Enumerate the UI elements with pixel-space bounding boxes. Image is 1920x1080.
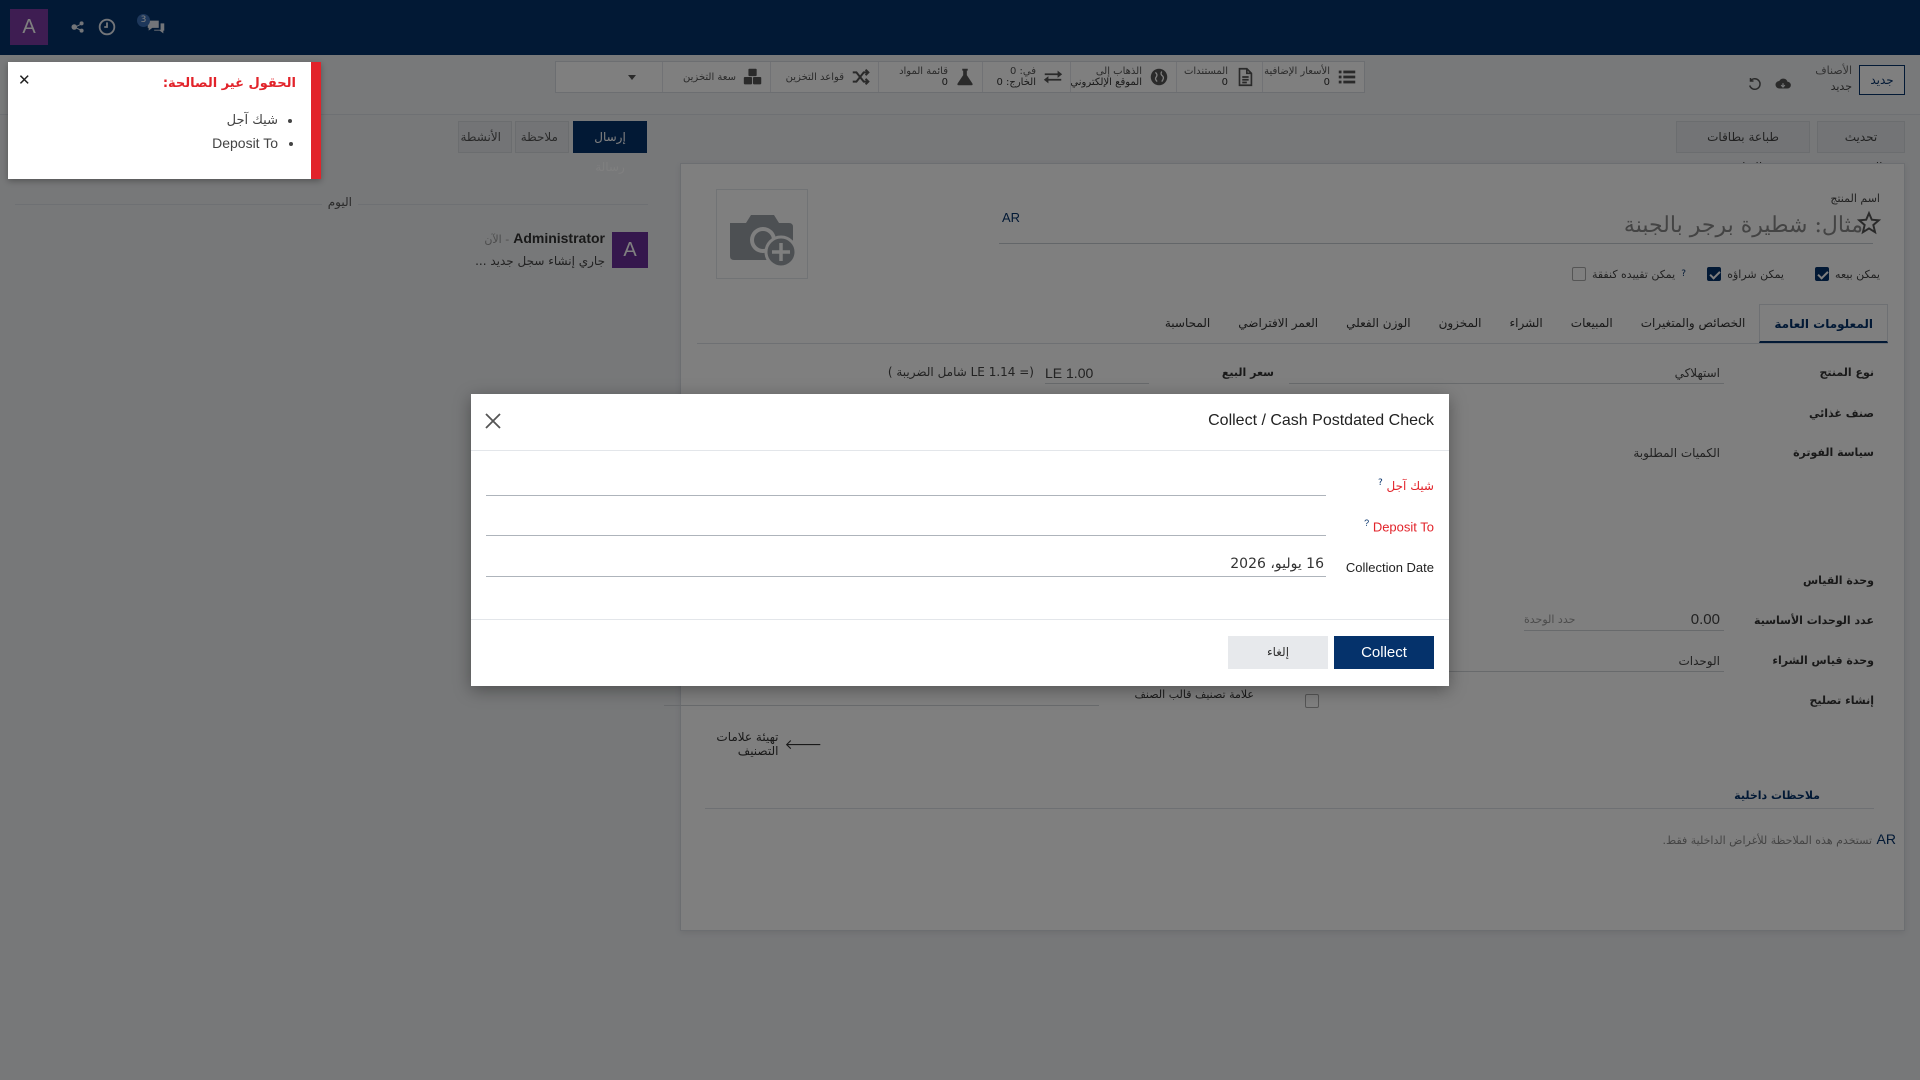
notification-title: الحقول غير الصالحة: — [162, 76, 296, 91]
close-icon[interactable] — [483, 411, 503, 431]
collect-button[interactable]: Collect — [1334, 636, 1434, 669]
dialog-footer: Collect إلغاء — [471, 619, 1449, 686]
collect-check-dialog: Collect / Cash Postdated Check شيك آجل ?… — [471, 394, 1449, 686]
deposit-to-label-text: Deposit To — [1372, 519, 1434, 535]
invalid-fields-list: شيك آجل Deposit To — [212, 110, 296, 154]
cancel-button[interactable]: إلغاء — [1228, 636, 1328, 669]
invalid-field-item: شيك آجل — [212, 110, 278, 132]
postdated-check-label-text: شيك آجل — [1386, 479, 1434, 493]
notification-close-icon[interactable]: ✕ — [18, 71, 31, 89]
collection-date-label: Collection Date — [1345, 560, 1434, 575]
dialog-title: Collect / Cash Postdated Check — [1208, 412, 1434, 429]
dialog-header: Collect / Cash Postdated Check — [471, 394, 1449, 451]
invalid-field-item: Deposit To — [212, 132, 278, 154]
help-icon[interactable]: ? — [1364, 518, 1369, 528]
deposit-to-input[interactable] — [486, 510, 1326, 536]
invalid-fields-notification: ✕ الحقول غير الصالحة: شيك آجل Deposit To — [8, 62, 321, 179]
help-icon[interactable]: ? — [1378, 478, 1383, 488]
postdated-check-input[interactable] — [486, 470, 1326, 496]
deposit-to-label: Deposit To ? — [1364, 518, 1434, 534]
collection-date-input[interactable]: 16 يوليو، 2026 — [486, 551, 1326, 577]
postdated-check-label: شيك آجل ? — [1378, 478, 1434, 493]
